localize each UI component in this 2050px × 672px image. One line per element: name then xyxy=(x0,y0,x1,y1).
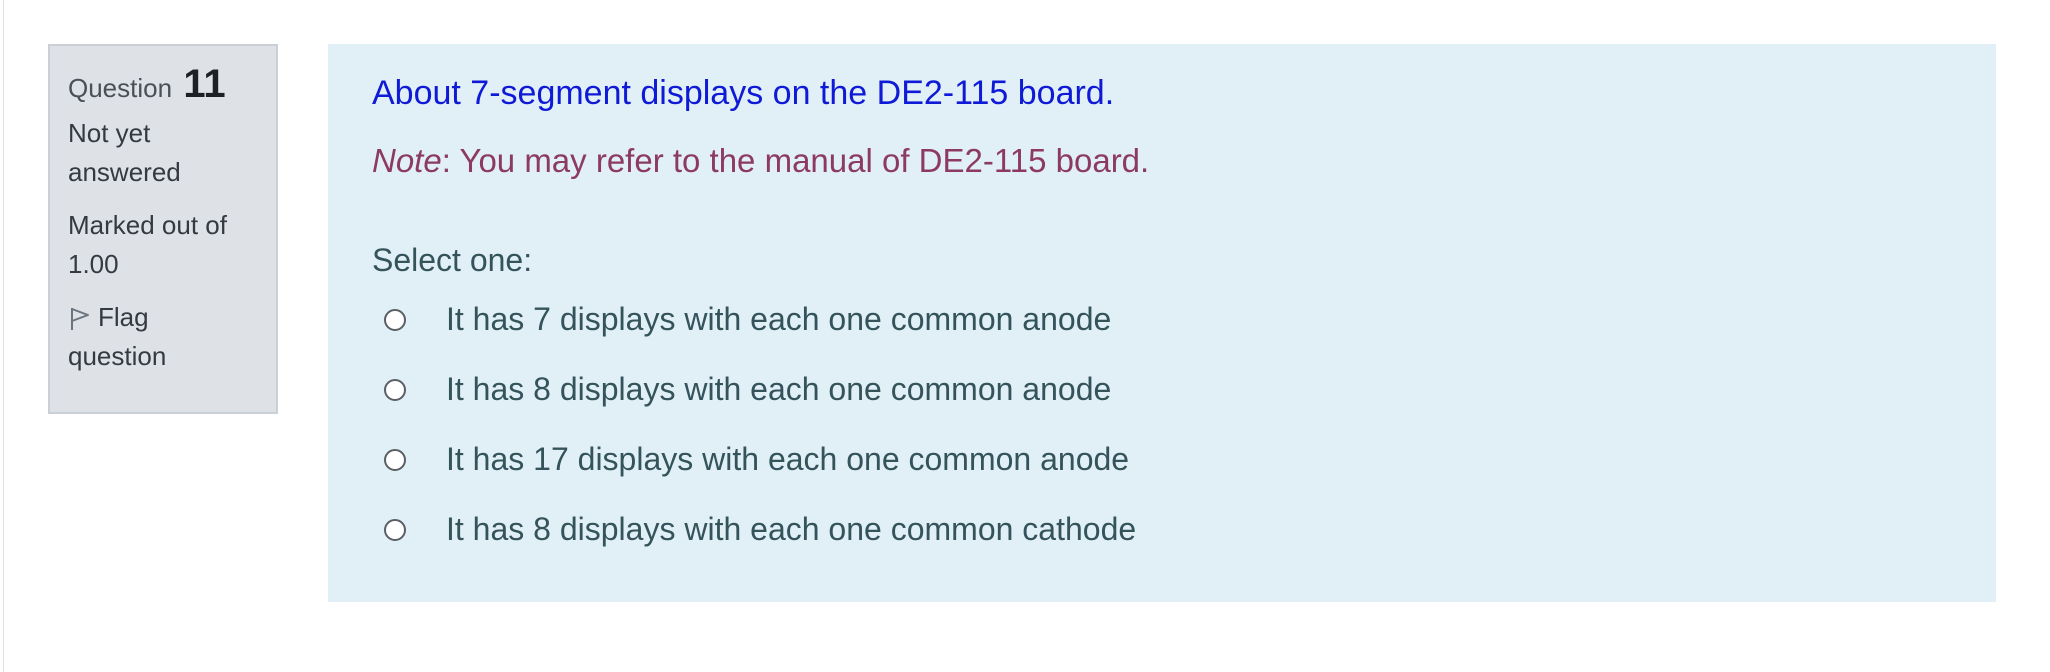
question-note: Note: You may refer to the manual of DE2… xyxy=(372,142,1149,180)
question-label: Question xyxy=(68,73,173,103)
radio-button-4[interactable] xyxy=(384,519,406,541)
question-info-panel: Question 11 Not yet answered Marked out … xyxy=(48,44,278,414)
question-title: About 7-segment displays on the DE2-115 … xyxy=(372,74,1115,112)
answer-label-3[interactable]: It has 17 displays with each one common … xyxy=(446,439,1129,479)
answer-option-1[interactable]: It has 7 displays with each one common a… xyxy=(384,299,1136,369)
question-content-panel: About 7-segment displays on the DE2-115 … xyxy=(328,44,1996,602)
note-text: : You may refer to the manual of DE2-115… xyxy=(441,142,1150,179)
question-grade: Marked out of 1.00 xyxy=(68,210,227,279)
answer-option-3[interactable]: It has 17 displays with each one common … xyxy=(384,439,1136,509)
radio-button-1[interactable] xyxy=(384,309,406,331)
answer-label-2[interactable]: It has 8 displays with each one common a… xyxy=(446,369,1111,409)
radio-button-2[interactable] xyxy=(384,379,406,401)
answer-label-1[interactable]: It has 7 displays with each one common a… xyxy=(446,299,1111,339)
radio-button-3[interactable] xyxy=(384,449,406,471)
flag-icon xyxy=(68,304,92,330)
answer-label-4[interactable]: It has 8 displays with each one common c… xyxy=(446,509,1136,549)
answer-option-4[interactable]: It has 8 displays with each one common c… xyxy=(384,509,1136,579)
question-number: 11 xyxy=(183,62,226,106)
flag-question-link[interactable]: Flag question xyxy=(68,298,238,376)
question-state: Not yet answered xyxy=(68,118,181,187)
question-number-heading: Question 11 xyxy=(68,62,276,110)
answer-option-2[interactable]: It has 8 displays with each one common a… xyxy=(384,369,1136,439)
note-prefix: Note xyxy=(372,142,442,179)
answer-prompt: Select one: xyxy=(372,242,533,278)
answer-options: It has 7 displays with each one common a… xyxy=(384,299,1136,579)
